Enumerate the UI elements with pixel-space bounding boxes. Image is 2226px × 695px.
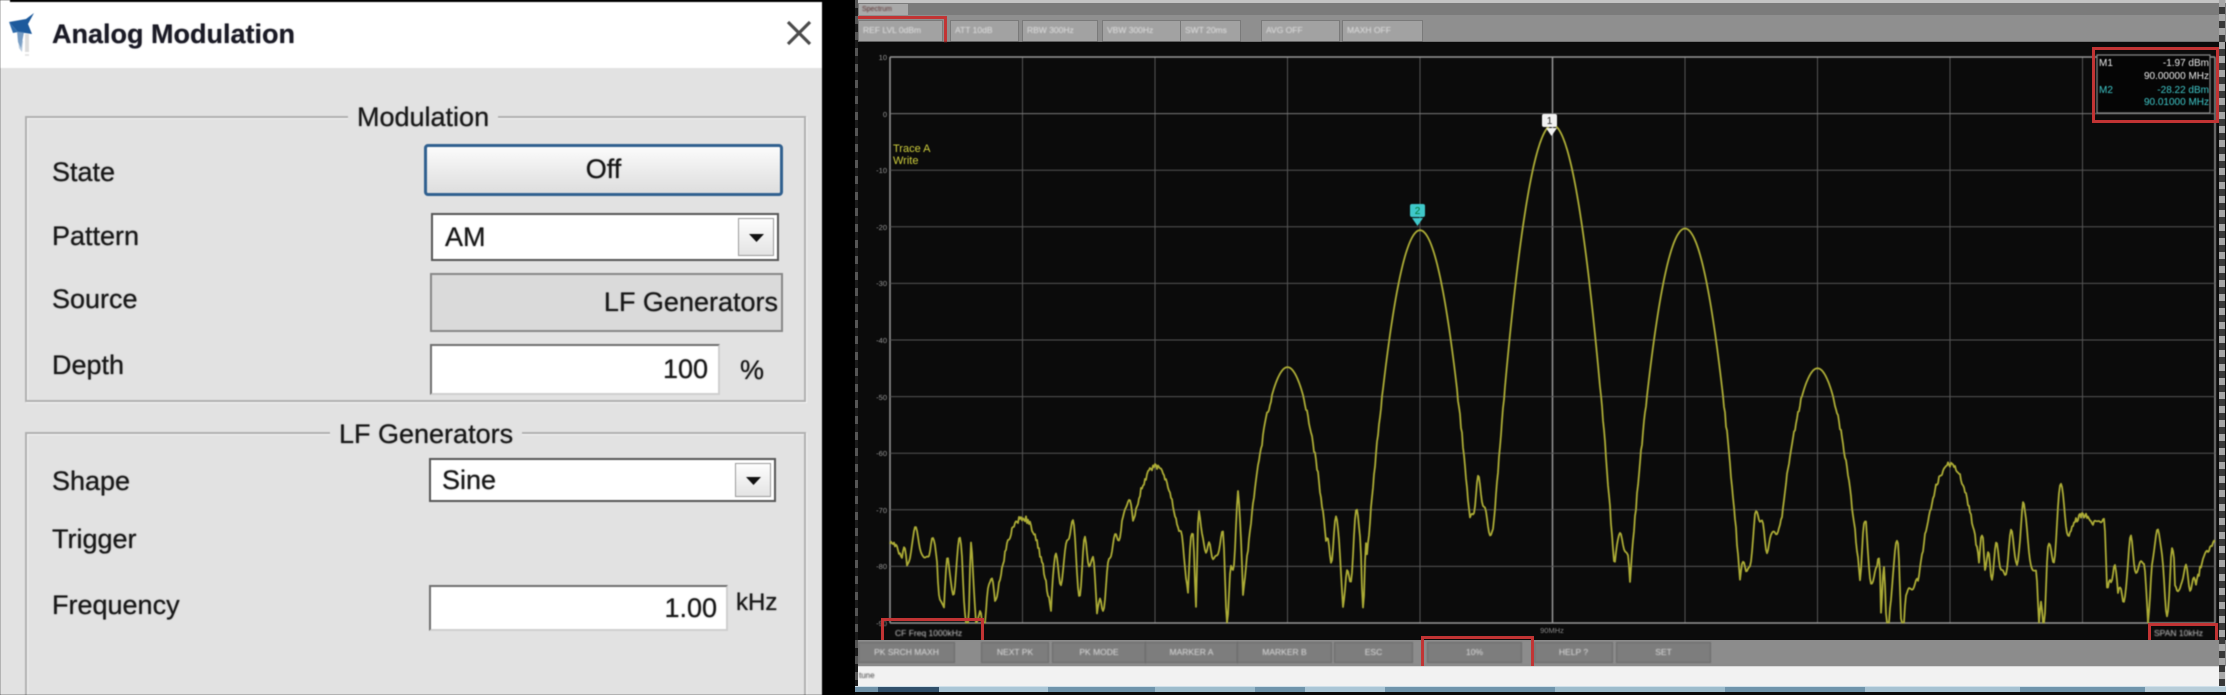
svg-text:10: 10 — [879, 53, 887, 62]
svg-text:-60: -60 — [876, 449, 887, 458]
svg-text:-20: -20 — [876, 223, 887, 232]
svg-text:1: 1 — [1547, 116, 1553, 127]
svg-text:-10: -10 — [876, 166, 887, 175]
svg-text:-70: -70 — [876, 506, 887, 515]
svg-text:-50: -50 — [876, 393, 887, 402]
svg-text:-30: -30 — [876, 279, 887, 288]
svg-text:90MHz: 90MHz — [1540, 626, 1564, 635]
svg-text:0: 0 — [883, 110, 887, 119]
svg-text:Write: Write — [893, 155, 918, 167]
svg-text:-40: -40 — [876, 336, 887, 345]
svg-text:Trace A: Trace A — [893, 143, 931, 155]
svg-text:-80: -80 — [876, 562, 887, 571]
svg-text:2: 2 — [1415, 206, 1421, 217]
